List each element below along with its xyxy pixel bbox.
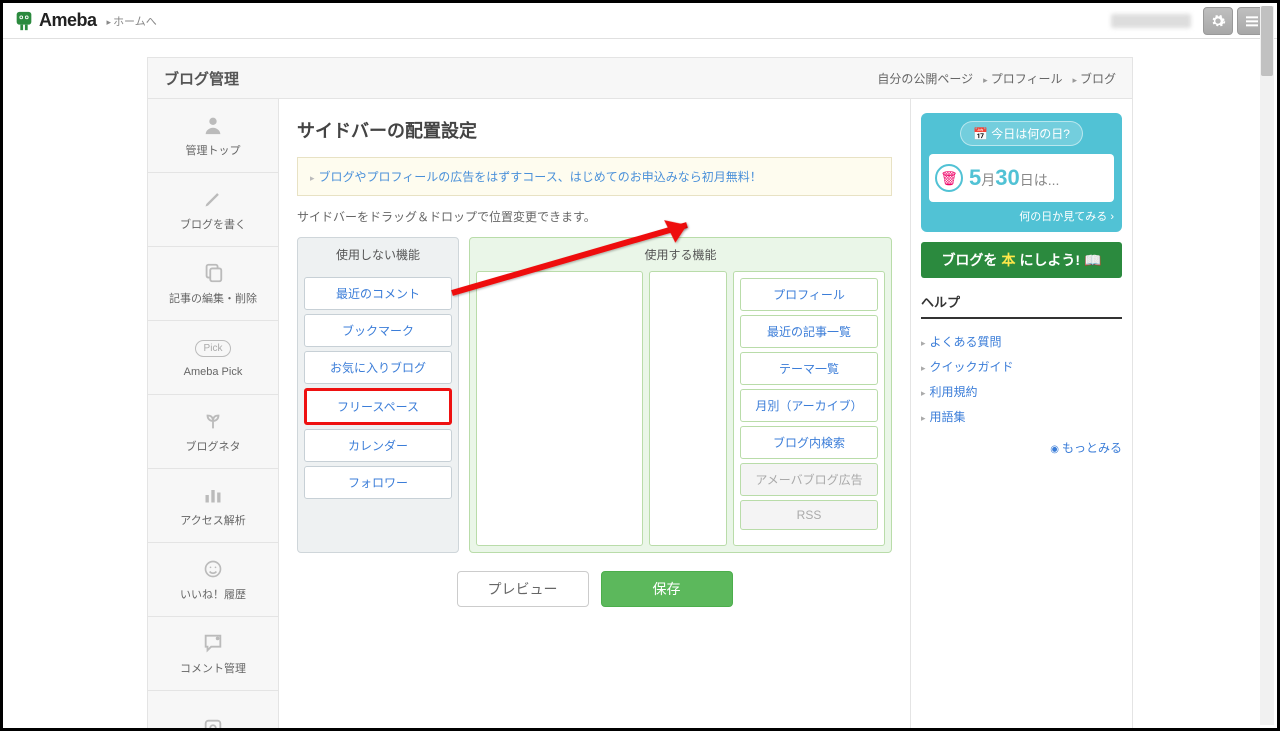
promo1-link[interactable]: 何の日か見てみる › bbox=[929, 208, 1114, 224]
chip-unused[interactable]: ブックマーク bbox=[304, 314, 452, 347]
preview-button[interactable]: プレビュー bbox=[457, 571, 589, 607]
page-header: ブログ管理 自分の公開ページ プロフィール ブログ bbox=[147, 57, 1133, 99]
sidenav-label: コメント管理 bbox=[180, 660, 246, 676]
used-title: 使用する機能 bbox=[470, 238, 891, 271]
chip-used[interactable]: 最近の記事一覧 bbox=[740, 315, 878, 348]
hint-text: サイドバーをドラッグ＆ドロップで位置変更できます。 bbox=[297, 208, 892, 225]
used-drop-col-2[interactable] bbox=[649, 271, 727, 546]
sidenav-item-like[interactable]: いいね！履歴 bbox=[148, 543, 278, 617]
bars-icon bbox=[203, 484, 223, 506]
breadcrumb-item[interactable]: ブログ bbox=[1072, 70, 1116, 87]
sidenav-label: ブログを書く bbox=[180, 216, 246, 232]
save-button[interactable]: 保存 bbox=[601, 571, 733, 607]
sidenav-label: Ameba Pick bbox=[184, 366, 243, 378]
promo-book[interactable]: ブログを本にしよう! 📖 bbox=[921, 242, 1122, 278]
promo1-top-text: 今日は何の日? bbox=[991, 127, 1070, 141]
sidenav-label: ブログネタ bbox=[186, 438, 241, 454]
chip-unused[interactable]: 最近のコメント bbox=[304, 277, 452, 310]
sidenav-item-pick[interactable]: Pick Ameba Pick bbox=[148, 321, 278, 395]
chip-used[interactable]: ブログ内検索 bbox=[740, 426, 878, 459]
gear-icon bbox=[1210, 13, 1226, 29]
help-list: よくある質問クイックガイド利用規約用語集 bbox=[921, 329, 1122, 429]
more-link[interactable]: もっとみる bbox=[921, 439, 1122, 456]
breadcrumb: 自分の公開ページ プロフィール ブログ bbox=[239, 70, 1116, 87]
help-link[interactable]: 利用規約 bbox=[921, 379, 1122, 404]
chip-used[interactable]: テーマ一覧 bbox=[740, 352, 878, 385]
sidenav-label: アクセス解析 bbox=[180, 512, 245, 528]
notice-text: ブログやプロフィールの広告をはずすコース、はじめてのお申込みなら初月無料！ bbox=[319, 170, 762, 184]
help-title: ヘルプ bbox=[921, 292, 1122, 319]
chip-unused[interactable]: お気に入りブログ bbox=[304, 351, 452, 384]
chip-used[interactable]: 月別（アーカイブ） bbox=[740, 389, 878, 422]
brand-logo[interactable]: Ameba bbox=[13, 10, 97, 32]
sidenav-label: いいね！履歴 bbox=[180, 586, 246, 602]
settings-button[interactable] bbox=[1203, 7, 1233, 35]
used-drop-col-3[interactable]: プロフィール最近の記事一覧テーマ一覧月別（アーカイブ） ブログ内検索アメーバブログ… bbox=[733, 271, 885, 546]
chip-used[interactable]: アメーバブログ広告 bbox=[740, 463, 878, 496]
scrollbar[interactable] bbox=[1260, 6, 1274, 725]
sidenav-label: 記事の編集・削除 bbox=[169, 290, 257, 306]
scroll-thumb[interactable] bbox=[1261, 6, 1273, 76]
help-link[interactable]: 用語集 bbox=[921, 404, 1122, 429]
main: サイドバーの配置設定 ブログやプロフィールの広告をはずすコース、はじめてのお申込… bbox=[279, 99, 910, 731]
promo-today[interactable]: 📅 今日は何の日? 🗑 5月30日は... 何の日か見てみる › bbox=[921, 113, 1122, 232]
user-label-blurred bbox=[1111, 14, 1191, 28]
ameba-logo-icon bbox=[13, 10, 35, 32]
topbar: Ameba ホームへ bbox=[3, 3, 1277, 39]
unused-panel: 使用しない機能 最近のコメントブックマークお気に入りブログフリースペースカレンダ… bbox=[297, 237, 459, 553]
main-title: サイドバーの配置設定 bbox=[297, 117, 892, 143]
sidenav-item-top[interactable]: 管理トップ bbox=[148, 99, 278, 173]
copy-icon bbox=[202, 262, 224, 284]
hamburger-icon bbox=[1244, 13, 1260, 29]
breadcrumb-item[interactable]: プロフィール bbox=[983, 70, 1062, 87]
sidenav-item-analytics[interactable]: アクセス解析 bbox=[148, 469, 278, 543]
book-icon: 📖 bbox=[1084, 252, 1101, 269]
home-link[interactable]: ホームへ bbox=[107, 13, 157, 29]
trash-icon: 🗑 bbox=[935, 164, 963, 192]
chip-used[interactable]: RSS bbox=[740, 500, 878, 530]
sidenav-item-edit[interactable]: 記事の編集・削除 bbox=[148, 247, 278, 321]
sidenav: 管理トップ ブログを書く 記事の編集・削除 Pick Ameba Pick ブロ… bbox=[148, 99, 279, 731]
used-panel: 使用する機能 プロフィール最近の記事一覧テーマ一覧月別（アーカイブ） ブログ内検索… bbox=[469, 237, 892, 553]
notice-banner[interactable]: ブログやプロフィールの広告をはずすコース、はじめてのお申込みなら初月無料！ bbox=[297, 157, 892, 196]
chip-used[interactable]: プロフィール bbox=[740, 278, 878, 311]
promo1-date: 5月30日は... bbox=[969, 165, 1059, 191]
help-link[interactable]: よくある質問 bbox=[921, 329, 1122, 354]
person-icon bbox=[202, 114, 224, 136]
page-title: ブログ管理 bbox=[164, 68, 239, 89]
smile-icon bbox=[203, 558, 223, 580]
comment-icon bbox=[202, 632, 224, 654]
sidenav-item-more[interactable] bbox=[148, 691, 278, 731]
sidenav-item-comment[interactable]: コメント管理 bbox=[148, 617, 278, 691]
chip-unused[interactable]: フリースペース bbox=[304, 388, 452, 425]
settings-outline-icon bbox=[202, 717, 224, 731]
help-link[interactable]: クイックガイド bbox=[921, 354, 1122, 379]
pick-icon: Pick bbox=[195, 338, 232, 360]
used-drop-col-1[interactable] bbox=[476, 271, 643, 546]
unused-title: 使用しない機能 bbox=[298, 238, 458, 271]
sidenav-label: 管理トップ bbox=[186, 142, 241, 158]
sprout-icon bbox=[202, 410, 224, 432]
right-column: 📅 今日は何の日? 🗑 5月30日は... 何の日か見てみる › ブログを本にし… bbox=[910, 99, 1132, 731]
pencil-icon bbox=[203, 188, 223, 210]
calendar-icon: 📅 bbox=[973, 127, 988, 141]
chip-unused[interactable]: カレンダー bbox=[304, 429, 452, 462]
breadcrumb-item[interactable]: 自分の公開ページ bbox=[877, 70, 973, 87]
sidenav-item-write[interactable]: ブログを書く bbox=[148, 173, 278, 247]
sidenav-item-neta[interactable]: ブログネタ bbox=[148, 395, 278, 469]
brand-text: Ameba bbox=[39, 10, 97, 31]
chip-unused[interactable]: フォロワー bbox=[304, 466, 452, 499]
